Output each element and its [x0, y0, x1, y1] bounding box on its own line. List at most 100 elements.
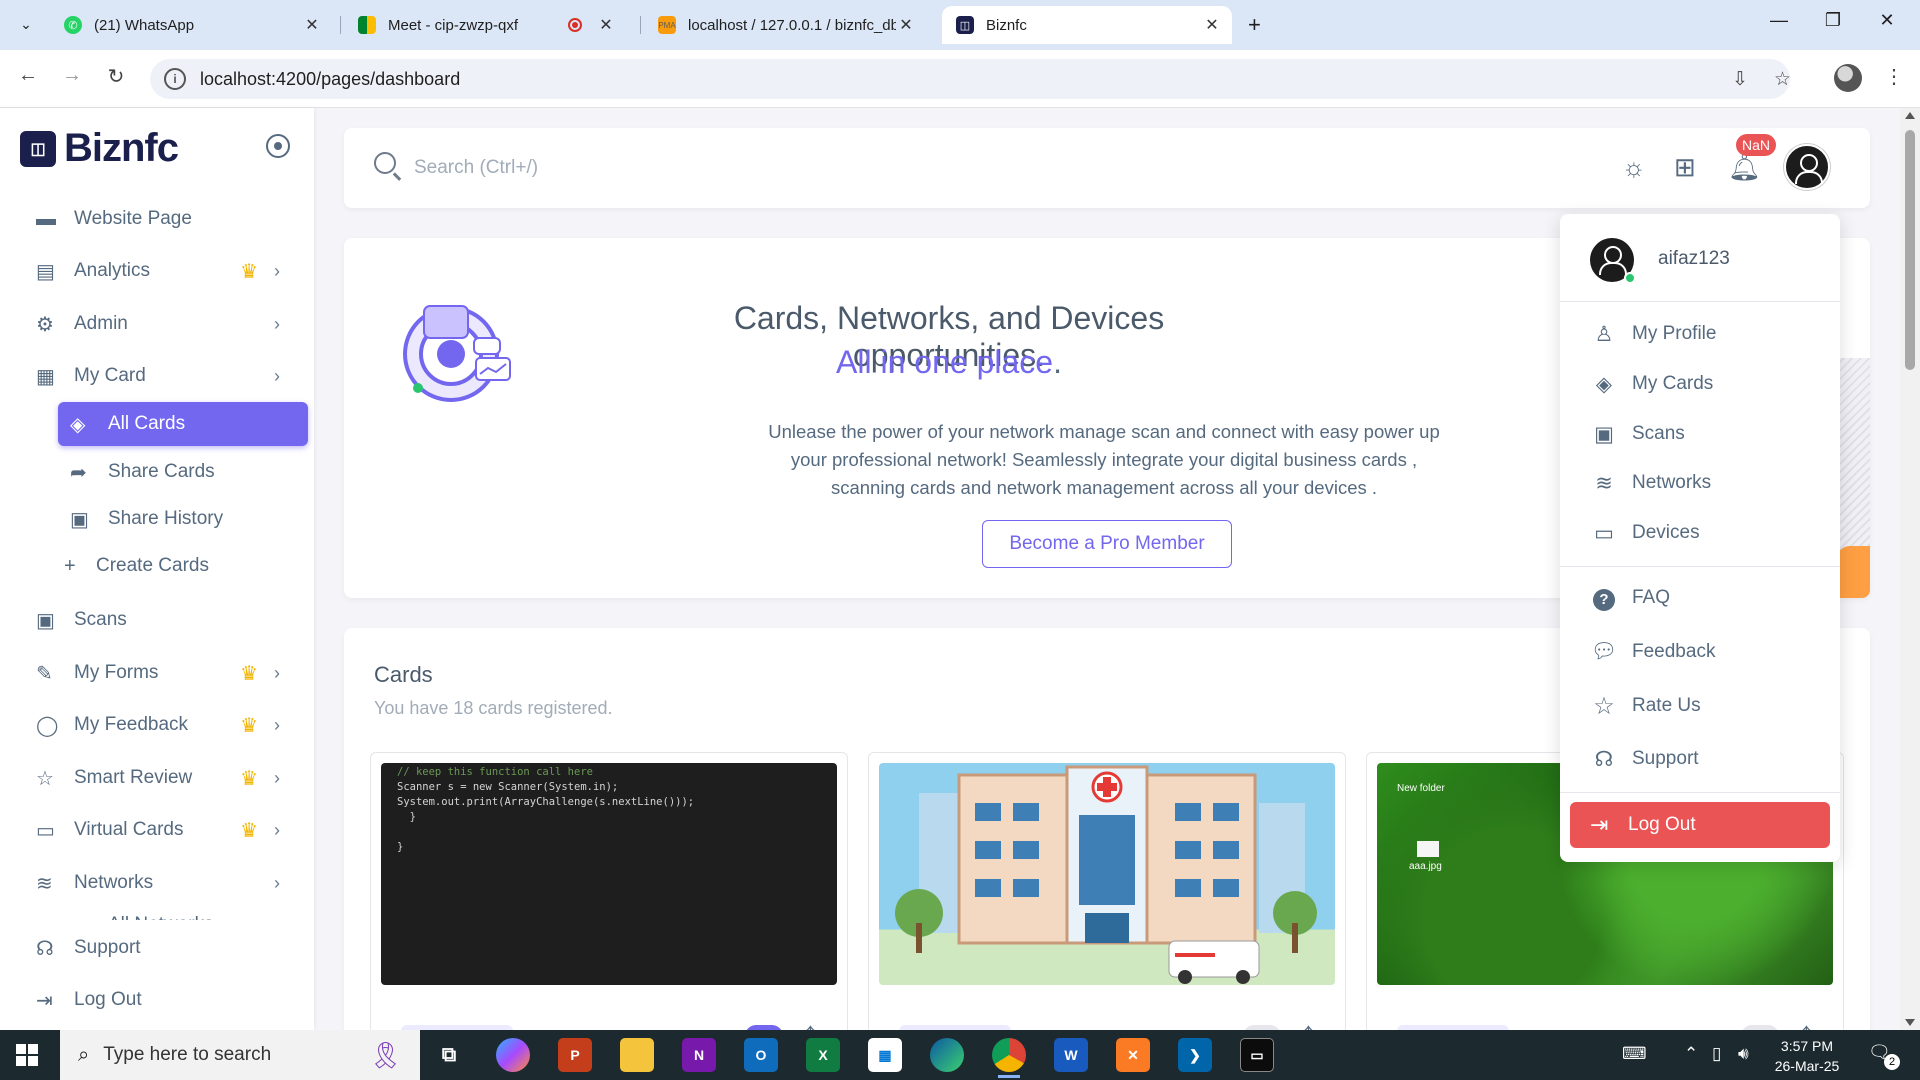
sidebar-item-all-cards[interactable]: ◈ All Cards — [58, 402, 308, 446]
dropdown-item-faq[interactable]: ? FAQ — [1560, 578, 1840, 618]
theme-sun-icon[interactable]: ☼ — [1622, 152, 1646, 183]
sidebar-item-smart-review[interactable]: ☆ Smart Review ♛ › — [24, 756, 294, 800]
browser-profile-avatar[interactable] — [1834, 64, 1862, 92]
scroll-down-arrow-icon[interactable] — [1905, 1019, 1915, 1026]
sidebar-item-scans[interactable]: ▣ Scans — [24, 598, 294, 642]
onenote-icon[interactable]: N — [682, 1038, 716, 1072]
form-icon: ✎ — [36, 662, 53, 685]
forward-arrow-icon[interactable]: → — [58, 64, 86, 87]
become-pro-member-button[interactable]: Become a Pro Member — [982, 520, 1232, 568]
sidebar-item-label: Smart Review — [74, 767, 193, 788]
sidebar-item-my-card[interactable]: ▦ My Card › — [24, 354, 294, 398]
crown-icon: ♛ — [240, 260, 258, 283]
sidebar-item-share-cards[interactable]: ➦ Share Cards — [58, 450, 308, 494]
microsoft-store-icon[interactable]: ▦ — [868, 1038, 902, 1072]
omnibox[interactable]: i localhost:4200/pages/dashboard — [150, 59, 1790, 99]
taskbar-search-box[interactable]: ⌕ Type here to search 🎗︎ — [60, 1030, 420, 1080]
user-avatar[interactable] — [1784, 144, 1830, 190]
copilot-icon[interactable] — [496, 1038, 530, 1072]
share-icon[interactable]: ⤴ — [1295, 1021, 1313, 1030]
dropdown-item-scans[interactable]: ▣ Scans — [1560, 414, 1840, 454]
browser-tab-meet[interactable]: Meet - cip-zwzp-qxf ✕ — [344, 6, 626, 44]
browser-tab-whatsapp[interactable]: ✆ (21) WhatsApp ✕ — [50, 6, 332, 44]
reload-icon[interactable]: ↻ — [102, 64, 130, 89]
sidebar-item-my-feedback[interactable]: ◯ My Feedback ♛ › — [24, 703, 294, 747]
outlook-icon[interactable]: O — [744, 1038, 778, 1072]
dropdown-item-rate-us[interactable]: ☆ Rate Us — [1560, 686, 1840, 726]
sidebar-item-admin[interactable]: ⚙ Admin › — [24, 302, 294, 346]
powerpoint-icon[interactable]: P — [558, 1038, 592, 1072]
dropdown-user-header[interactable]: aifaz123 — [1560, 214, 1840, 302]
close-tab-icon[interactable]: ✕ — [302, 15, 322, 35]
sidebar-item-logout[interactable]: ⇥ Log Out — [24, 978, 294, 1022]
chevron-right-icon: › — [274, 260, 280, 281]
nfc-logo-icon: ◫ — [20, 130, 56, 167]
card-item[interactable]: ⤴ — [868, 752, 1346, 1030]
brand-logo[interactable]: ◫ Biznfc — [20, 126, 179, 171]
apps-grid-icon[interactable]: ⊞ — [1674, 152, 1696, 183]
dropdown-item-feedback[interactable]: 💬︎ Feedback — [1560, 632, 1840, 672]
url-text[interactable]: localhost:4200/pages/dashboard — [200, 69, 460, 90]
terminal-icon[interactable]: ▭ — [1240, 1038, 1274, 1072]
search-icon[interactable] — [374, 152, 396, 174]
dropdown-item-networks[interactable]: ≋ Networks — [1560, 463, 1840, 503]
page-scrollbar[interactable] — [1900, 108, 1920, 1030]
close-tab-icon[interactable]: ✕ — [896, 15, 916, 35]
share-icon[interactable]: ⤴ — [1793, 1021, 1811, 1030]
sidebar-item-networks[interactable]: ≋ Networks › — [24, 861, 294, 905]
show-hidden-icons-chevron-icon[interactable]: ⌃ — [1684, 1044, 1698, 1064]
xampp-icon[interactable]: ✕ — [1116, 1038, 1150, 1072]
chart-icon: ▤ — [36, 260, 55, 283]
sidebar-item-label: My Feedback — [74, 714, 189, 735]
close-tab-icon[interactable]: ✕ — [596, 15, 616, 35]
sidebar-item-create-cards[interactable]: + Create Cards — [58, 544, 308, 588]
browser-tab-phpmyadmin[interactable]: PMA localhost / 127.0.0.1 / biznfc_db ✕ — [644, 6, 926, 44]
dropdown-item-my-cards[interactable]: ◈ My Cards — [1560, 364, 1840, 404]
windows-start-icon[interactable] — [16, 1044, 38, 1066]
sidebar-item-support[interactable]: ☊ Support — [24, 926, 294, 970]
sidebar-item-website-page[interactable]: ▬ Website Page — [24, 197, 294, 241]
scrollbar-thumb[interactable] — [1905, 130, 1915, 370]
logout-button[interactable]: ⇥ Log Out — [1570, 802, 1830, 848]
new-tab-plus-icon[interactable]: + — [1248, 12, 1261, 38]
online-status-dot — [1624, 272, 1636, 284]
minimize-icon[interactable]: — — [1764, 10, 1794, 31]
window-close-icon[interactable]: ✕ — [1872, 10, 1902, 31]
scroll-up-arrow-icon[interactable] — [1905, 112, 1915, 119]
dropdown-item-label: Networks — [1632, 472, 1712, 493]
install-app-icon[interactable]: ⇩ — [1732, 68, 1748, 91]
restore-icon[interactable]: ❐ — [1818, 10, 1848, 31]
excel-icon[interactable]: X — [806, 1038, 840, 1072]
sidebar-item-analytics[interactable]: ▤ Analytics ♛ › — [24, 249, 294, 293]
card-item[interactable]: // keep this function call here Scanner … — [370, 752, 848, 1030]
taskbar-clock[interactable]: 3:57 PM 26-Mar-25 — [1764, 1036, 1850, 1076]
volume-icon[interactable]: 🔊︎ — [1738, 1044, 1749, 1064]
task-view-icon[interactable]: ⧉ — [432, 1038, 466, 1072]
dropdown-item-devices[interactable]: ▭ Devices — [1560, 513, 1840, 553]
bookmark-star-icon[interactable]: ☆ — [1774, 68, 1791, 91]
browser-tab-biznfc[interactable]: ◫ Biznfc ✕ — [942, 6, 1232, 44]
search-input[interactable] — [414, 150, 1014, 186]
hero-subtitle-end: . — [1053, 344, 1062, 380]
sidebar-item-my-forms[interactable]: ✎ My Forms ♛ › — [24, 651, 294, 695]
word-icon[interactable]: W — [1054, 1038, 1088, 1072]
notification-bell-icon[interactable]: 🔔︎ — [1728, 152, 1761, 183]
edge-icon[interactable] — [930, 1038, 964, 1072]
sidebar-item-share-history[interactable]: ▣ Share History — [58, 497, 308, 541]
share-icon[interactable]: ⤴ — [797, 1021, 815, 1030]
tab-search-chevron-icon[interactable]: ⌄ — [12, 10, 40, 38]
vscode-icon[interactable]: ❯ — [1178, 1038, 1212, 1072]
chrome-icon[interactable] — [992, 1038, 1026, 1078]
back-arrow-icon[interactable]: ← — [14, 64, 42, 87]
file-explorer-icon[interactable] — [620, 1038, 654, 1072]
sidebar-item-virtual-cards[interactable]: ▭ Virtual Cards ♛ › — [24, 808, 294, 852]
dropdown-item-my-profile[interactable]: ♙ My Profile — [1560, 314, 1840, 354]
dropdown-item-support[interactable]: ☊ Support — [1560, 739, 1840, 779]
network-icon[interactable]: ▯ — [1712, 1044, 1721, 1064]
site-info-icon[interactable]: i — [164, 68, 186, 90]
browser-menu-kebab-icon[interactable]: ⋮ — [1884, 64, 1904, 89]
close-tab-icon[interactable]: ✕ — [1202, 15, 1222, 35]
keyboard-icon[interactable]: ⌨ — [1622, 1044, 1647, 1064]
sidebar-toggle-icon[interactable] — [266, 134, 290, 158]
crown-icon: ♛ — [240, 662, 258, 685]
